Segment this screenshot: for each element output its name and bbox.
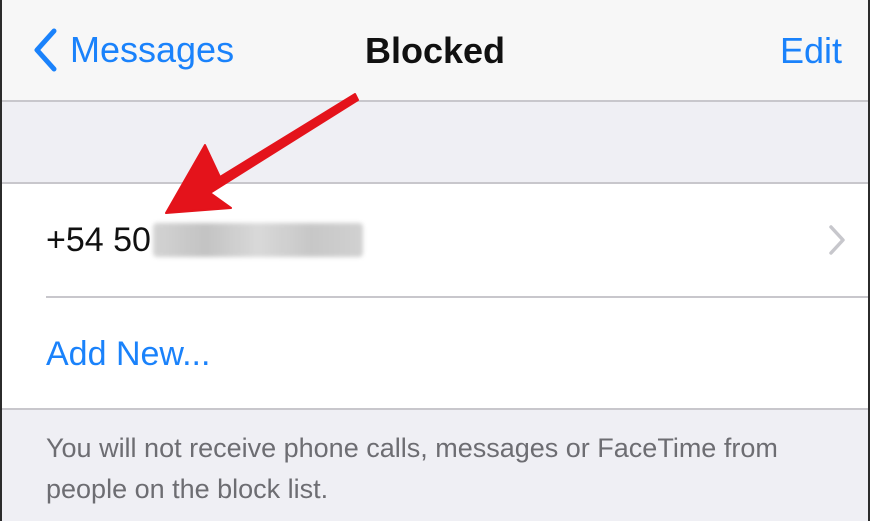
blocked-contacts-screen: Messages Blocked Edit +54 50 Add New... …	[0, 0, 870, 521]
chevron-left-icon	[34, 28, 57, 72]
back-button[interactable]: Messages	[32, 28, 234, 72]
navigation-bar: Messages Blocked Edit	[2, 0, 868, 102]
blocked-contact-row[interactable]: +54 50	[2, 184, 868, 296]
blocked-list: +54 50 Add New...	[2, 182, 868, 410]
back-button-label: Messages	[70, 29, 235, 70]
add-new-button[interactable]: Add New...	[2, 298, 868, 410]
edit-button[interactable]: Edit	[780, 30, 842, 72]
blocked-phone-number: +54 50	[46, 220, 151, 259]
chevron-right-icon	[829, 225, 845, 255]
block-list-footer-note: You will not receive phone calls, messag…	[46, 433, 778, 504]
redacted-number-blur	[152, 223, 363, 257]
